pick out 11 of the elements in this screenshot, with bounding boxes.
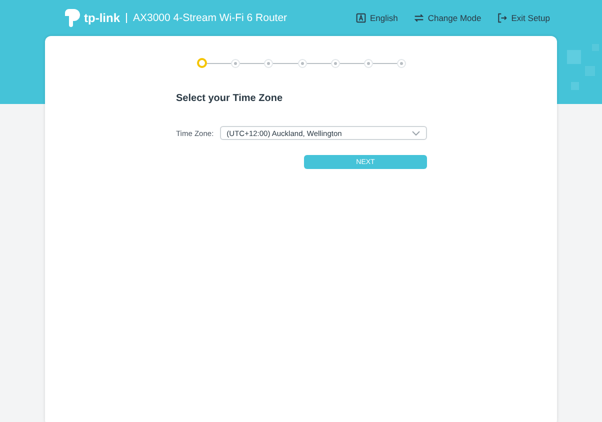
chevron-icon — [412, 130, 420, 136]
page-title: Select your Time Zone — [176, 93, 284, 104]
language-icon — [356, 13, 366, 23]
brand-name: tp-link — [84, 11, 120, 25]
product-name: AX3000 4-Stream Wi-Fi 6 Router — [133, 12, 288, 24]
logo-icon — [63, 9, 81, 27]
header-link[interactable]: English — [356, 13, 398, 23]
exit-icon — [497, 13, 508, 23]
header-link[interactable]: Change Mode — [414, 13, 482, 23]
switch-icon — [414, 13, 424, 23]
header-link[interactable]: Exit Setup — [497, 13, 550, 23]
